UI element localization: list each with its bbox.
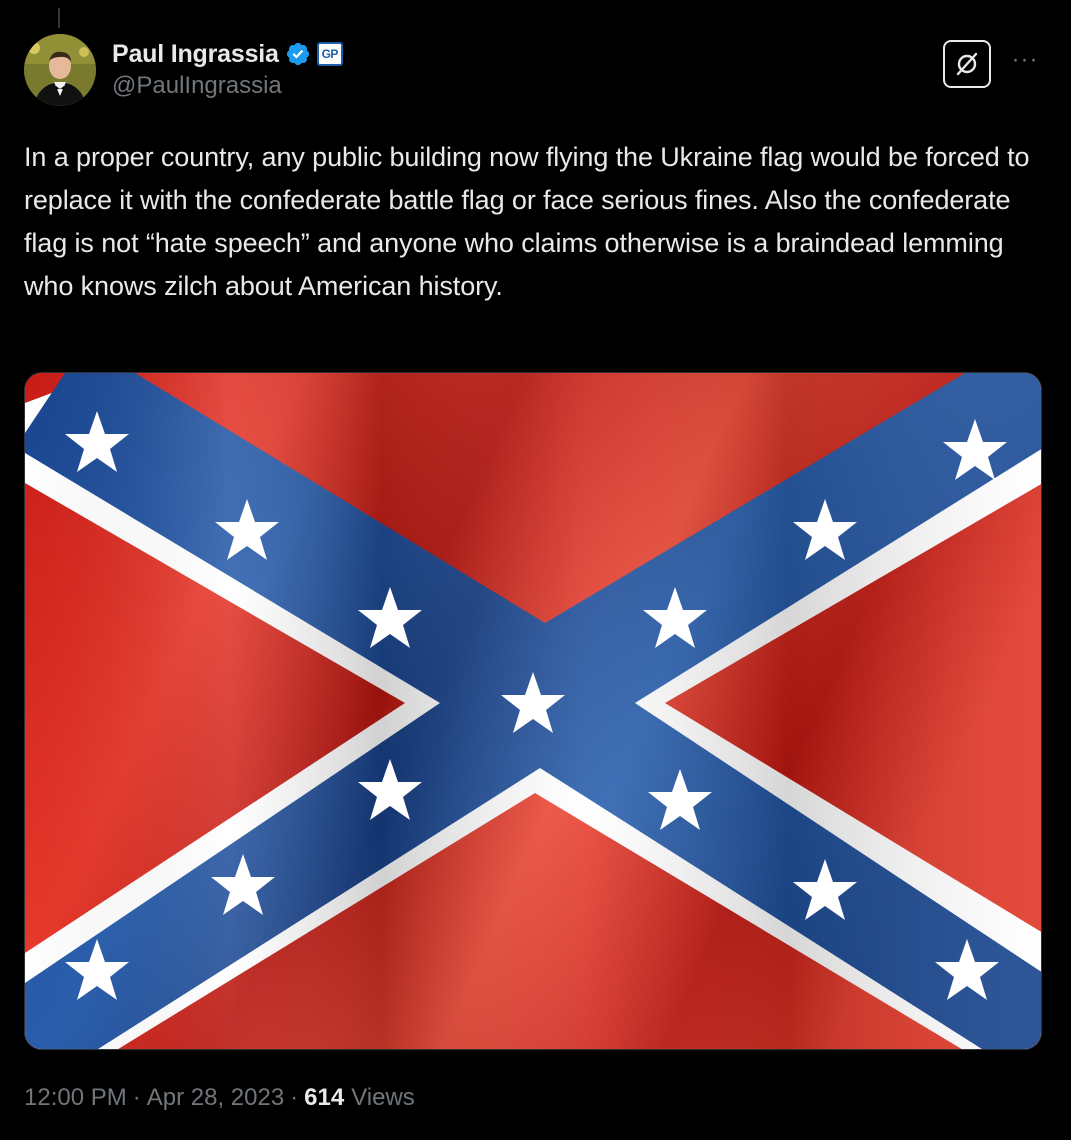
- affiliation-badge[interactable]: GP: [316, 42, 343, 66]
- more-icon: ···: [1011, 46, 1039, 73]
- separator: ·: [132, 1084, 141, 1111]
- grok-button[interactable]: [943, 40, 991, 88]
- author-info: Paul Ingrassia GP @PaulIngrassia: [112, 38, 343, 100]
- avatar[interactable]: [24, 34, 96, 106]
- confederate-battle-flag: [25, 373, 1041, 1049]
- name-row: Paul Ingrassia GP: [112, 38, 343, 70]
- tweet-date[interactable]: Apr 28, 2023: [147, 1084, 284, 1112]
- verified-badge-icon[interactable]: [285, 41, 311, 67]
- views-count[interactable]: 614: [304, 1084, 344, 1112]
- separator: ·: [290, 1084, 299, 1111]
- tweet-metadata: 12:00 PM · Apr 28, 2023 · 614 Views: [24, 1080, 415, 1116]
- more-button[interactable]: ···: [1007, 42, 1043, 78]
- handle[interactable]: @PaulIngrassia: [112, 72, 343, 100]
- tweet-media-image[interactable]: [24, 372, 1042, 1050]
- thread-connector-line: [58, 8, 60, 28]
- tweet-header: Paul Ingrassia GP @PaulIngrassia ···: [24, 34, 1047, 114]
- tweet-time[interactable]: 12:00 PM: [24, 1084, 127, 1112]
- grok-icon: [956, 52, 978, 76]
- avatar-photo: [24, 34, 96, 106]
- tweet-text: In a proper country, any public building…: [24, 142, 1037, 301]
- views-label: Views: [351, 1084, 415, 1111]
- display-name[interactable]: Paul Ingrassia: [112, 40, 279, 69]
